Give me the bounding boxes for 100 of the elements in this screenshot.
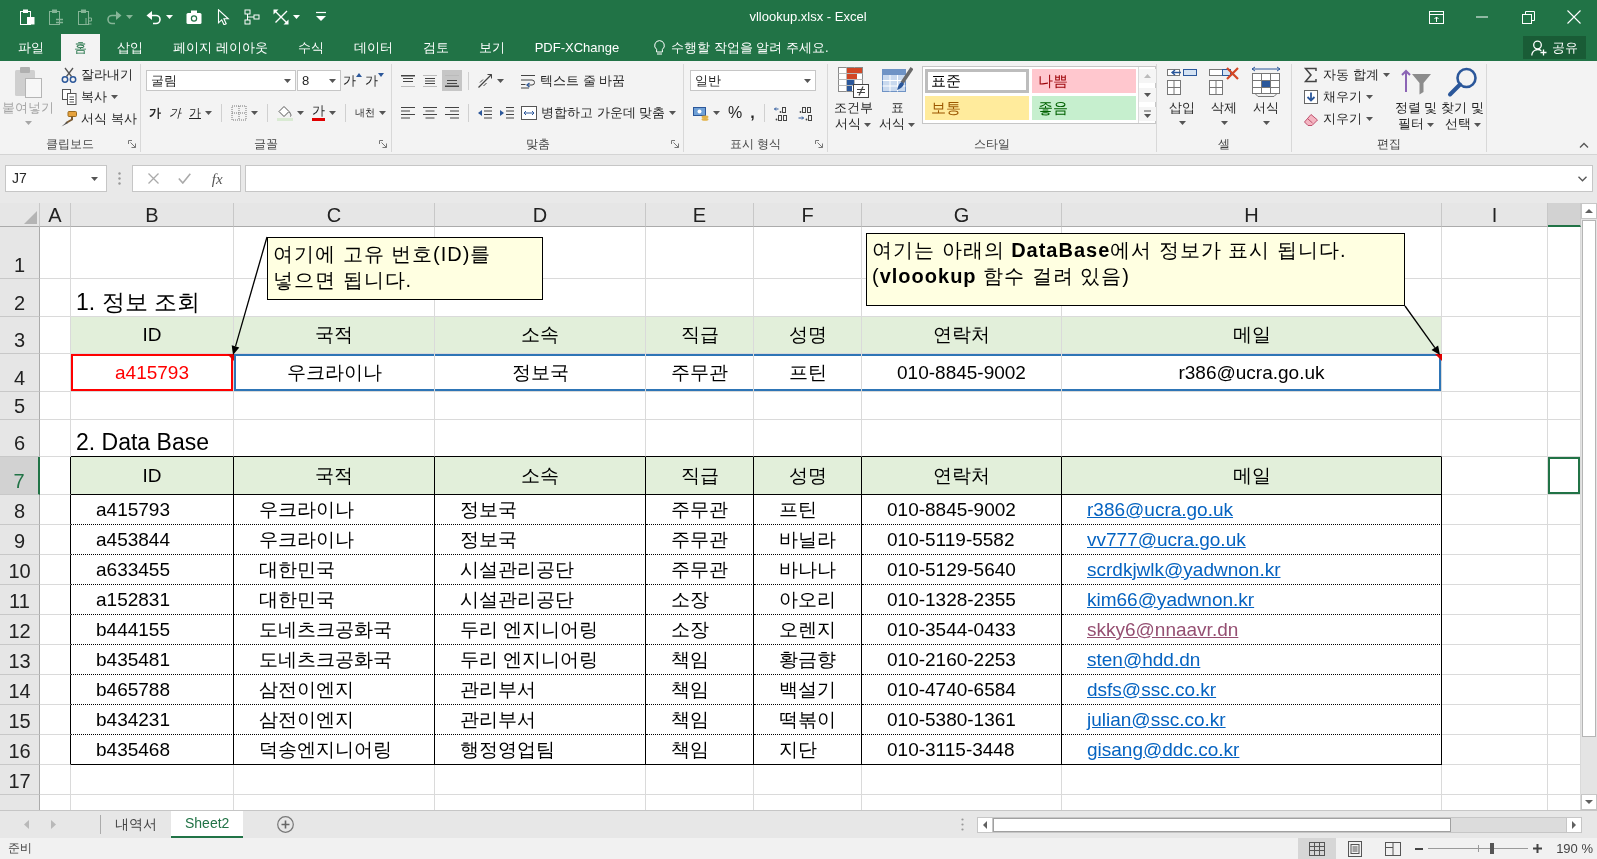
- email-link[interactable]: julian@ssc.co.kr: [1087, 708, 1226, 730]
- scrollbar-thumb[interactable]: [1582, 220, 1596, 737]
- find-select-button[interactable]: 찾기 및 선택: [1439, 64, 1486, 136]
- crossed-arrows-icon[interactable]: [273, 9, 289, 25]
- column-header[interactable]: G: [862, 203, 1062, 227]
- phonetic-guide-button[interactable]: 내천: [352, 102, 389, 123]
- row-header[interactable]: 14: [0, 675, 40, 705]
- column-header[interactable]: E: [646, 203, 754, 227]
- sheet-tab[interactable]: Sheet2: [171, 811, 244, 838]
- bold-button[interactable]: 가: [146, 102, 164, 123]
- pointer-icon[interactable]: [215, 9, 231, 25]
- ribbon-tab[interactable]: 수식: [284, 34, 337, 61]
- row-header[interactable]: 12: [0, 615, 40, 645]
- scroll-up-icon[interactable]: [1581, 203, 1597, 219]
- grow-font-button[interactable]: 가: [342, 70, 363, 91]
- column-header[interactable]: B: [71, 203, 234, 227]
- row-header[interactable]: 2: [0, 279, 40, 317]
- email-link[interactable]: skky6@nnaavr.dn: [1087, 618, 1239, 640]
- column-header[interactable]: F: [754, 203, 862, 227]
- column-header[interactable]: D: [435, 203, 646, 227]
- scroll-left-icon[interactable]: [977, 816, 993, 833]
- column-header[interactable]: H: [1062, 203, 1442, 227]
- email-link[interactable]: scrdkjwlk@yadwnon.kr: [1087, 558, 1281, 580]
- email-link[interactable]: dsfs@ssc.co.kr: [1087, 678, 1217, 700]
- sheet-tab[interactable]: 내역서: [101, 811, 171, 838]
- zoom-level-text[interactable]: 190 %: [1556, 840, 1593, 857]
- underline-button[interactable]: 가: [186, 102, 215, 123]
- undo-icon[interactable]: [146, 9, 162, 25]
- scrollbar-thumb[interactable]: [993, 817, 1451, 832]
- row-header[interactable]: 1: [0, 227, 40, 279]
- insert-function-button[interactable]: fx: [209, 169, 225, 188]
- ribbon-tab[interactable]: 데이터: [340, 34, 406, 61]
- cell-style-option[interactable]: 좋음: [1032, 96, 1136, 120]
- format-cells-button[interactable]: 서식: [1247, 64, 1285, 136]
- ribbon-tab[interactable]: 삽입: [104, 34, 156, 61]
- row-header[interactable]: 9: [0, 525, 40, 555]
- row-header[interactable]: 16: [0, 735, 40, 765]
- camera-icon[interactable]: [186, 9, 202, 25]
- email-link[interactable]: vv777@ucra.go.uk: [1087, 528, 1246, 550]
- dialog-launcher-icon[interactable]: [815, 140, 823, 148]
- collapse-ribbon-icon[interactable]: [1579, 142, 1589, 148]
- format-painter-button[interactable]: 서식 복사: [58, 108, 140, 129]
- row-header[interactable]: 11: [0, 585, 40, 615]
- column-header[interactable]: C: [234, 203, 435, 227]
- zoom-in-icon[interactable]: [1533, 844, 1543, 853]
- dialog-launcher-icon[interactable]: [671, 140, 679, 148]
- add-sheet-icon[interactable]: [277, 816, 295, 833]
- row-header[interactable]: 17: [0, 765, 40, 795]
- share-button[interactable]: 공유: [1523, 36, 1586, 59]
- email-link[interactable]: sten@hdd.dn: [1087, 648, 1201, 670]
- normal-view-button[interactable]: [1298, 838, 1337, 859]
- dialog-launcher-icon[interactable]: [128, 140, 136, 148]
- cell-style-option[interactable]: 표준: [925, 69, 1029, 93]
- row-header[interactable]: 4: [0, 354, 40, 392]
- column-header[interactable]: A: [40, 203, 71, 227]
- email-link[interactable]: gisang@ddc.co.kr: [1087, 738, 1240, 760]
- name-box[interactable]: J7: [5, 165, 107, 192]
- italic-button[interactable]: 가: [166, 102, 184, 123]
- expand-icon[interactable]: [1578, 175, 1587, 182]
- row-header[interactable]: 8: [0, 495, 40, 525]
- ribbon-tab[interactable]: 파일: [5, 34, 57, 61]
- zoom-out-icon[interactable]: [1415, 847, 1424, 850]
- conditional-formatting-button[interactable]: 조건부 서식: [831, 64, 876, 136]
- cell-style-option[interactable]: 보통: [925, 96, 1029, 120]
- row-header[interactable]: 15: [0, 705, 40, 735]
- drag-handle-icon[interactable]: [118, 172, 121, 185]
- more-icon[interactable]: [1139, 107, 1156, 121]
- row-header[interactable]: 3: [0, 317, 40, 354]
- scroll-down-icon[interactable]: [1139, 88, 1156, 102]
- email-link[interactable]: r386@ucra.go.uk: [1087, 498, 1234, 520]
- close-icon[interactable]: [1567, 10, 1581, 24]
- ribbon-display-options-icon[interactable]: [1428, 10, 1444, 24]
- delete-cells-button[interactable]: 삭제: [1205, 64, 1243, 136]
- ribbon-tab[interactable]: 검토: [409, 34, 462, 61]
- insert-cells-button[interactable]: 삽입: [1163, 64, 1201, 136]
- fill-button[interactable]: 채우기: [1300, 86, 1393, 107]
- number-format-combobox[interactable]: 일반: [690, 70, 816, 91]
- format-as-table-button[interactable]: 표 서식: [875, 64, 919, 136]
- font-size-combobox[interactable]: 8: [297, 70, 341, 91]
- column-header[interactable]: I: [1442, 203, 1548, 227]
- ribbon-tab[interactable]: 홈: [61, 34, 100, 61]
- align-bottom-button[interactable]: [442, 70, 462, 91]
- sort-filter-button[interactable]: 정렬 및 필터: [1392, 64, 1440, 136]
- split-handle-icon[interactable]: [961, 818, 964, 831]
- shrink-font-button[interactable]: 가: [364, 70, 385, 91]
- ribbon-tab[interactable]: PDF-XChange: [521, 34, 633, 61]
- ribbon-tab[interactable]: 페이지 레이아웃: [160, 34, 281, 61]
- ribbon-tab[interactable]: 보기: [465, 34, 518, 61]
- dialog-launcher-icon[interactable]: [379, 140, 387, 148]
- tell-me-box[interactable]: 수행할 작업을 알려 주세요.: [650, 34, 833, 61]
- percent-style-button[interactable]: %: [725, 102, 746, 123]
- clear-button[interactable]: 지우기: [1300, 108, 1393, 129]
- email-link[interactable]: kim66@yadwnon.kr: [1087, 588, 1255, 610]
- row-header[interactable]: 7: [0, 457, 40, 495]
- copy-button[interactable]: 복사: [58, 86, 140, 107]
- wrap-text-button[interactable]: 텍스트 줄 바꿈: [518, 70, 628, 91]
- scroll-right-icon[interactable]: [1566, 816, 1582, 833]
- comma-style-button[interactable]: ,: [747, 102, 758, 123]
- cell-style-option[interactable]: 나쁨: [1032, 69, 1136, 93]
- active-cell[interactable]: [1548, 457, 1581, 495]
